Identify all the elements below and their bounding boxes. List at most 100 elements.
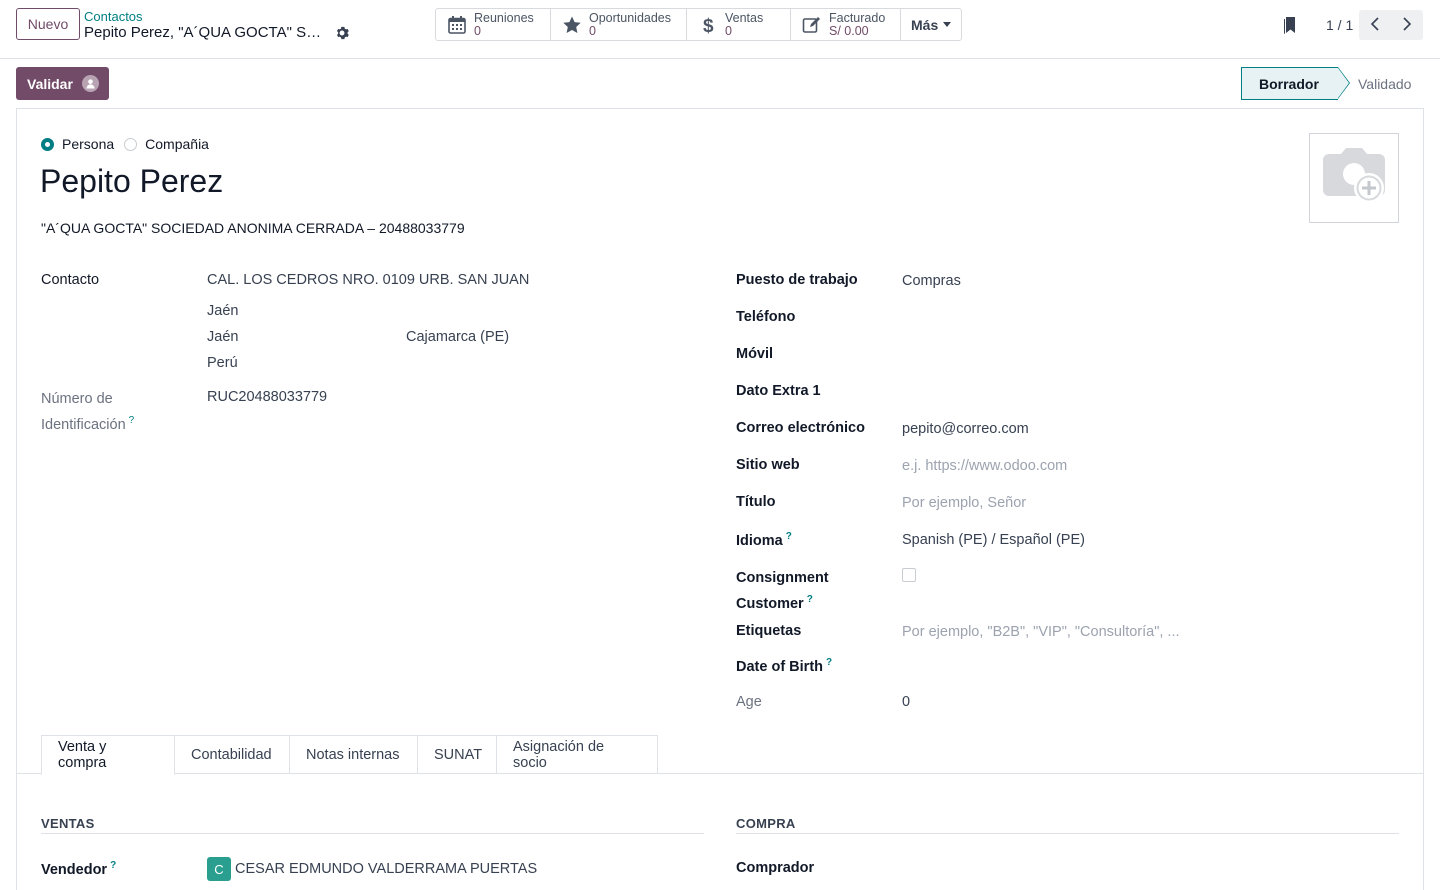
tab-accounting[interactable]: Contabilidad	[175, 735, 290, 774]
user-icon	[82, 75, 99, 92]
new-button[interactable]: Nuevo	[16, 8, 80, 40]
language-field[interactable]: Spanish (PE) / Español (PE)	[902, 532, 1085, 548]
breadcrumb: Contactos	[84, 9, 143, 24]
street-field[interactable]: CAL. LOS CEDROS NRO. 0109 URB. SAN JUAN	[207, 272, 529, 288]
date-of-birth-field[interactable]	[902, 657, 1202, 675]
title-label: Título	[736, 494, 776, 510]
record-title: Pepito Perez, "A´QUA GOCTA" SOCIEDAD ANO…	[84, 24, 332, 41]
notebook-tabs: Venta y compra Contabilidad Notas intern…	[41, 735, 658, 775]
tab-internal-notes[interactable]: Notas internas	[290, 735, 418, 774]
smart-value: 0	[725, 23, 732, 38]
help-icon[interactable]: ?	[129, 415, 135, 426]
smart-label: Ventas	[725, 10, 764, 25]
tab-sales-purchase[interactable]: Venta y compra	[41, 735, 175, 775]
language-label-text: Idioma	[736, 532, 783, 549]
star-icon	[561, 14, 583, 36]
photo-upload[interactable]	[1309, 133, 1399, 223]
validate-button[interactable]: Validar	[16, 67, 109, 100]
phone-label: Teléfono	[736, 309, 796, 325]
id-number-label: Número de Identificación?	[41, 389, 161, 436]
pager-previous-button[interactable]	[1359, 10, 1391, 40]
edit-invoice-icon	[801, 14, 823, 36]
age-field: 0	[902, 694, 911, 710]
country-field[interactable]: Perú	[207, 355, 238, 371]
stage-validated[interactable]: Validado	[1338, 67, 1433, 100]
salesperson-label: Vendedor?	[41, 860, 116, 878]
radio-company-label[interactable]: Compañia	[145, 136, 209, 152]
date-of-birth-label: Date of Birth?	[736, 657, 832, 675]
id-number-field[interactable]: RUC20488033779	[207, 389, 327, 405]
consignment-checkbox[interactable]	[902, 568, 916, 582]
smart-button-sales[interactable]: $ Ventas 0	[687, 9, 791, 40]
title-field[interactable]: Por ejemplo, Señor	[902, 495, 1026, 511]
salesperson-label-text: Vendedor	[41, 861, 108, 878]
tags-label: Etiquetas	[736, 623, 802, 639]
contact-name-field[interactable]: Pepito Perez	[40, 163, 223, 200]
company-type-radio: Persona Compañia	[41, 136, 219, 152]
tags-field[interactable]: Por ejemplo, "B2B", "VIP", "Consultoría"…	[902, 624, 1180, 640]
stage-draft[interactable]: Borrador	[1241, 67, 1350, 100]
bookmark-icon[interactable]	[1282, 16, 1298, 34]
job-position-label: Puesto de trabajo	[736, 272, 858, 288]
tab-sunat[interactable]: SUNAT	[418, 735, 497, 774]
camera-add-icon	[1319, 146, 1389, 211]
website-label: Sitio web	[736, 457, 800, 473]
smart-value: S/ 0.00	[829, 23, 869, 38]
radio-person-label[interactable]: Persona	[62, 136, 114, 152]
status-bar: Borrador Validado	[1241, 67, 1433, 100]
consignment-label-text: Consignment Customer	[736, 570, 829, 612]
phone-field[interactable]	[902, 309, 1202, 327]
buyer-label: Comprador	[736, 860, 815, 876]
sales-divider	[41, 833, 704, 834]
tab-partner-assignment[interactable]: Asignación de socio	[497, 735, 658, 774]
buyer-field[interactable]	[902, 860, 1202, 878]
purchase-divider	[736, 833, 1399, 834]
district-field[interactable]: Jaén	[207, 303, 238, 319]
smart-label: Reuniones	[474, 10, 534, 25]
city-field[interactable]: Jaén	[207, 329, 238, 345]
salesperson-avatar: C	[207, 857, 231, 881]
pager-value[interactable]: 1 / 1	[1326, 17, 1353, 33]
company-field[interactable]: "A´QUA GOCTA" SOCIEDAD ANONIMA CERRADA –…	[41, 220, 465, 236]
extra-data-field[interactable]	[902, 383, 1202, 401]
dollar-icon: $	[697, 14, 719, 36]
mobile-label: Móvil	[736, 346, 774, 362]
age-label: Age	[736, 694, 762, 710]
chevron-left-icon	[1370, 16, 1380, 34]
state-field[interactable]: Cajamarca (PE)	[406, 329, 509, 345]
smart-label: Oportunidades	[589, 10, 672, 25]
help-icon[interactable]: ?	[110, 860, 116, 871]
website-field[interactable]: e.j. https://www.odoo.com	[902, 458, 1067, 474]
email-field[interactable]: pepito@correo.com	[902, 421, 1029, 437]
pager-next-button[interactable]	[1391, 10, 1423, 40]
control-panel: Nuevo Contactos Pepito Perez, "A´QUA GOC…	[0, 0, 1440, 59]
gear-icon[interactable]	[335, 26, 349, 40]
language-label: Idioma?	[736, 531, 792, 549]
salesperson-field[interactable]: CESAR EDMUNDO VALDERRAMA PUERTAS	[235, 861, 537, 877]
consignment-label: Consignment Customer?	[736, 568, 846, 615]
smart-value: 0	[589, 23, 596, 38]
smart-button-opportunities[interactable]: Oportunidades 0	[551, 9, 687, 40]
email-label: Correo electrónico	[736, 420, 865, 436]
caret-down-icon	[943, 22, 952, 27]
purchase-heading: COMPRA	[736, 816, 796, 831]
chevron-right-icon	[1402, 16, 1412, 34]
radio-company[interactable]	[124, 137, 138, 151]
radio-person[interactable]	[41, 137, 54, 151]
more-dropdown[interactable]: Más	[901, 9, 961, 40]
smart-value: 0	[474, 23, 481, 38]
validate-label: Validar	[27, 75, 73, 92]
job-position-field[interactable]: Compras	[902, 273, 961, 289]
smart-button-meetings[interactable]: Reuniones 0	[436, 9, 551, 40]
calendar-icon	[446, 14, 468, 36]
smart-button-invoiced[interactable]: Facturado S/ 0.00	[791, 9, 901, 40]
extra-data-label: Dato Extra 1	[736, 383, 821, 399]
mobile-field[interactable]	[902, 346, 1202, 364]
smart-buttons: Reuniones 0 Oportunidades 0 $ Ventas 0 Fact…	[435, 8, 963, 41]
more-label: Más	[911, 16, 939, 33]
help-icon[interactable]: ?	[826, 657, 832, 668]
help-icon[interactable]: ?	[807, 594, 813, 605]
breadcrumb-contacts-link[interactable]: Contactos	[84, 9, 143, 24]
help-icon[interactable]: ?	[786, 531, 792, 542]
contact-label: Contacto	[41, 272, 100, 288]
